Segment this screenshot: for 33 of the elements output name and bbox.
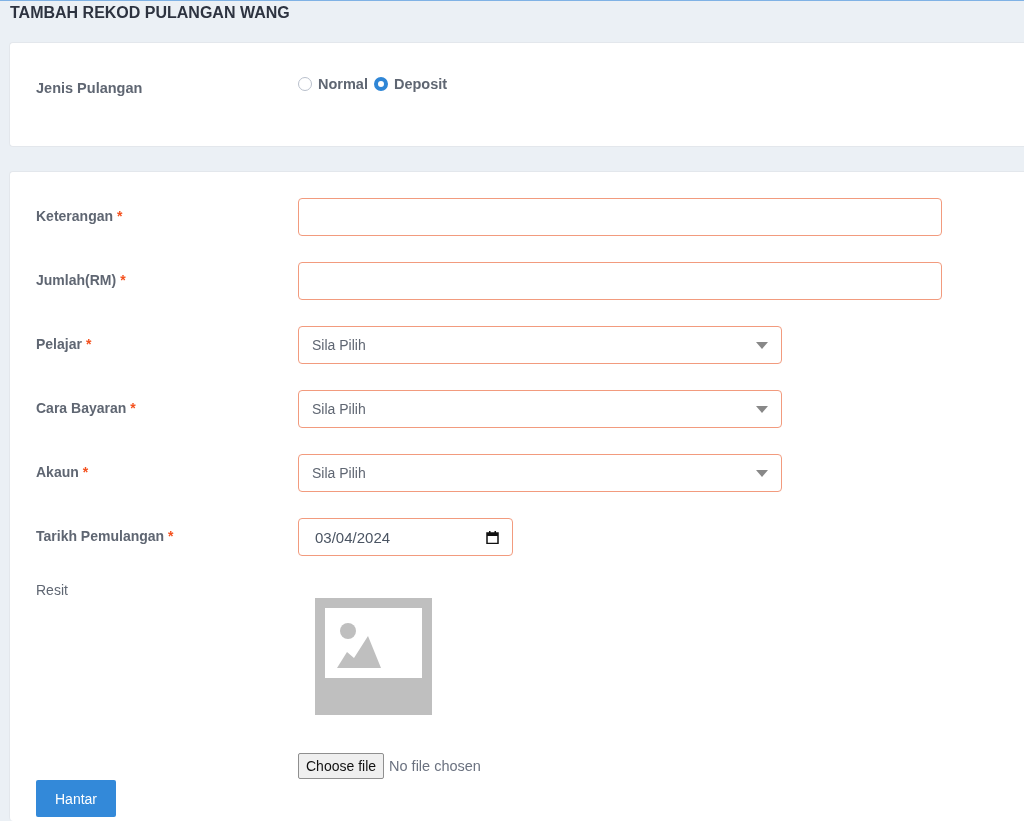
choose-file-button[interactable]: Choose file xyxy=(298,753,385,779)
radio-label[interactable]: Normal xyxy=(318,76,368,92)
calendar-icon[interactable] xyxy=(486,530,499,544)
image-placeholder-icon xyxy=(315,598,432,715)
field-label: Jenis Pulangan xyxy=(36,79,144,98)
caret-icon xyxy=(756,469,768,477)
submit-button[interactable]: Hantar xyxy=(36,780,116,817)
select-field[interactable]: Sila Pilih xyxy=(298,390,782,428)
required-mark: * xyxy=(85,336,92,352)
caret-icon xyxy=(756,341,768,349)
radio-label[interactable]: Deposit xyxy=(393,76,448,92)
radio-button[interactable] xyxy=(373,77,388,91)
radio-button[interactable] xyxy=(298,77,312,91)
field-label: Jumlah(RM) xyxy=(36,272,117,288)
field-label: Cara Bayaran xyxy=(36,400,127,416)
date-field[interactable]: 03/04/2024 xyxy=(298,518,513,556)
required-mark: * xyxy=(130,400,136,416)
input-field[interactable] xyxy=(298,198,942,236)
field-label: Akaun xyxy=(36,464,79,480)
field-label: Pelajar xyxy=(36,336,82,352)
file-status: No file chosen xyxy=(389,758,481,774)
required-mark: * xyxy=(117,208,123,224)
input-field[interactable] xyxy=(298,262,942,300)
select-field[interactable]: Sila Pilih xyxy=(298,326,782,364)
field-label: Resit xyxy=(36,582,68,598)
required-mark: * xyxy=(120,272,126,288)
required-mark: * xyxy=(168,528,174,544)
page-title: TAMBAH REKOD PULANGAN WANG xyxy=(9,3,291,23)
field-label: Tarikh Pemulangan xyxy=(36,528,165,544)
field-label: Keterangan xyxy=(36,208,114,224)
required-mark: * xyxy=(82,464,89,480)
select-field[interactable]: Sila Pilih xyxy=(298,454,782,492)
caret-icon xyxy=(756,405,768,413)
